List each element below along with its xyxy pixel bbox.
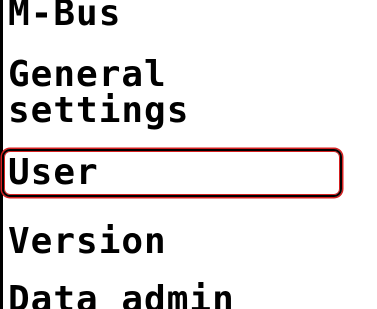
menu-item-label-line2: settings xyxy=(8,90,190,131)
menu-item-data-admin[interactable]: Data admin xyxy=(8,282,235,309)
menu-item-user[interactable]: User xyxy=(8,155,99,191)
menu-item-version[interactable]: Version xyxy=(8,224,167,260)
menu-item-label-line1: General xyxy=(8,54,167,95)
menu-item-mbus[interactable]: M-Bus xyxy=(8,0,121,32)
menu-screen: M-Bus General settings User Version Data… xyxy=(0,0,377,309)
menu-item-general-settings[interactable]: General settings xyxy=(8,57,189,129)
